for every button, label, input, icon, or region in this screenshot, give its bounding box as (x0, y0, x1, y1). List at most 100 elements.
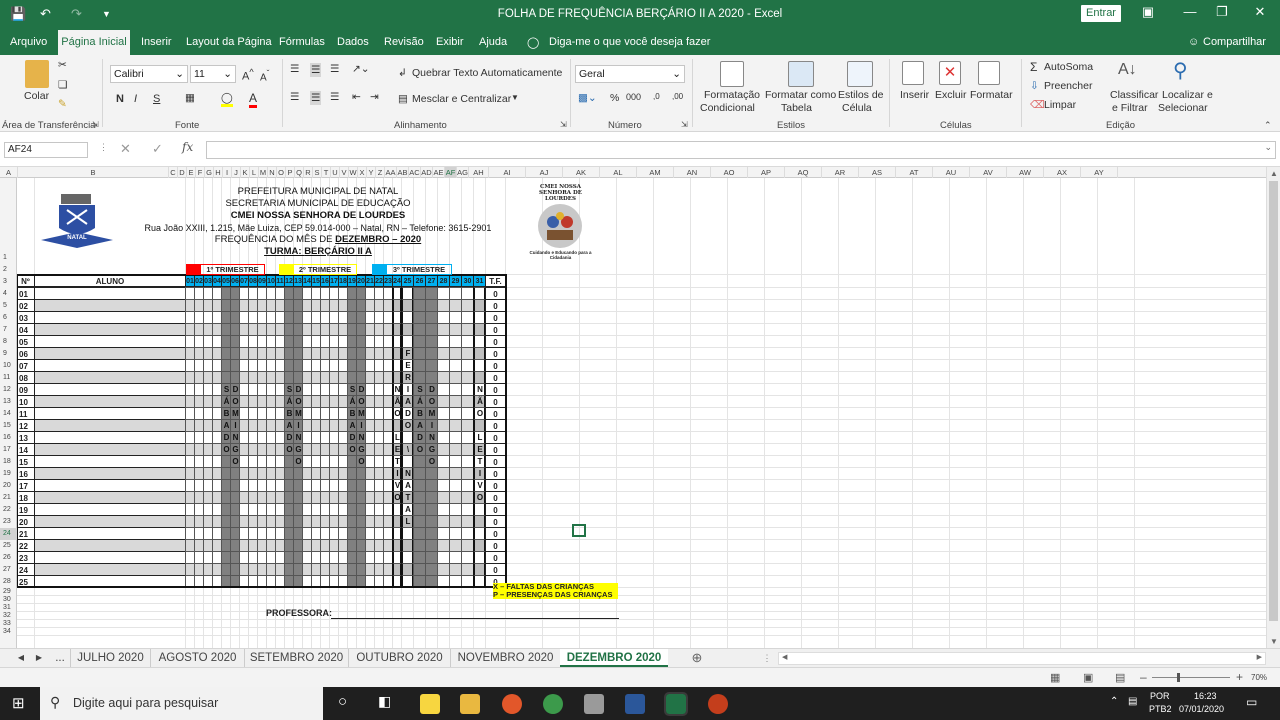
column-header-s[interactable]: S (313, 167, 322, 178)
sign-in-button[interactable]: Entrar (1081, 5, 1121, 22)
powerpoint-icon[interactable] (708, 694, 728, 714)
row-header-5[interactable]: 5 (0, 300, 17, 312)
selected-cell-af24[interactable] (572, 524, 586, 537)
row-header-30[interactable]: 30 (0, 596, 17, 604)
fill-button[interactable]: Preencher (1044, 80, 1092, 92)
sheet-tab-outubro[interactable]: OUTUBRO 2020 (348, 649, 450, 667)
insert-cells-button[interactable]: Inserir (900, 89, 929, 101)
task-view-icon[interactable]: ◧ (378, 693, 391, 710)
row-header-15[interactable]: 15 (0, 420, 17, 432)
column-header-p[interactable]: P (286, 167, 295, 178)
autosum-icon[interactable]: Σ (1030, 60, 1037, 74)
cell-styles-line1[interactable]: Estilos de (838, 89, 884, 101)
column-header-an[interactable]: AN (674, 167, 711, 178)
column-header-z[interactable]: Z (376, 167, 385, 178)
column-header-ah[interactable]: AH (469, 167, 489, 178)
tab-layout[interactable]: Layout da Página (186, 36, 272, 48)
chrome-icon[interactable] (543, 694, 563, 714)
row-header-22[interactable]: 22 (0, 504, 17, 516)
row-header-21[interactable]: 21 (0, 492, 17, 504)
accounting-icon[interactable]: ▩⌄ (578, 92, 597, 104)
column-header-ap[interactable]: AP (748, 167, 785, 178)
tab-formulas[interactable]: Fórmulas (279, 36, 325, 48)
word-icon[interactable] (625, 694, 645, 714)
scroll-up-icon[interactable]: ▲ (1270, 169, 1278, 178)
increase-indent-icon[interactable]: ⇥ (370, 91, 379, 103)
format-painter-icon[interactable]: ✎ (58, 98, 67, 110)
ribbon-display-icon[interactable]: ▣ (1133, 4, 1163, 20)
comma-style-icon[interactable]: 000 (626, 92, 641, 102)
cortana-icon[interactable]: ○ (338, 693, 347, 710)
scroll-down-icon[interactable]: ▼ (1270, 637, 1278, 646)
column-header-q[interactable]: Q (295, 167, 304, 178)
column-header-x[interactable]: X (358, 167, 367, 178)
wrap-text-button[interactable]: Quebrar Texto Automaticamente (412, 67, 562, 79)
tab-arquivo[interactable]: Arquivo (10, 36, 47, 48)
find-select-icon[interactable]: ⚲ (1173, 58, 1188, 83)
zoom-out-icon[interactable]: – (1140, 670, 1147, 684)
sort-filter-icon[interactable]: A↓ (1118, 61, 1137, 79)
percent-icon[interactable]: % (610, 92, 619, 104)
row-header-20[interactable]: 20 (0, 480, 17, 492)
row-header-26[interactable]: 26 (0, 552, 17, 564)
cond-format-line2[interactable]: Condicional (700, 102, 755, 114)
close-icon[interactable]: ✕ (1245, 4, 1275, 20)
format-cells-button[interactable]: Formatar (970, 89, 1013, 101)
tab-inserir[interactable]: Inserir (141, 36, 172, 48)
align-center-icon[interactable]: ☰ (310, 91, 322, 105)
find-select-line1[interactable]: Localizar e (1162, 89, 1213, 101)
next-sheet-icon[interactable]: ▶ (34, 649, 44, 667)
row-header-24[interactable]: 24 (0, 528, 17, 540)
tab-exibir[interactable]: Exibir (436, 36, 464, 48)
printer-app-icon[interactable] (584, 694, 604, 714)
number-launcher-icon[interactable]: ⇲ (681, 120, 688, 129)
paste-button[interactable]: Colar (24, 90, 49, 102)
column-header-ag[interactable]: AG (457, 167, 469, 178)
format-table-line1[interactable]: Formatar como (765, 89, 836, 101)
paste-icon[interactable] (25, 60, 49, 88)
row-header-34[interactable]: 34 (0, 628, 17, 636)
cond-format-line1[interactable]: Formatação (704, 89, 760, 101)
column-header-l[interactable]: L (250, 167, 259, 178)
row-header-23[interactable]: 23 (0, 516, 17, 528)
number-format-select[interactable]: Geral ⌄ (575, 65, 685, 83)
column-header-al[interactable]: AL (600, 167, 637, 178)
restore-icon[interactable]: ❐ (1207, 4, 1237, 20)
wrap-text-icon[interactable]: ↲ (398, 67, 407, 79)
zoom-level[interactable]: 70% (1251, 673, 1267, 682)
worksheet[interactable]: Nº ALUNO 01 02 03 04 05 06 07 08 09 10 11 12 13 14 15 16 1… (17, 178, 1266, 648)
row-header-8[interactable]: 8 (0, 336, 17, 348)
font-size-select[interactable]: 11 ⌄ (190, 65, 236, 83)
column-header-e[interactable]: E (187, 167, 196, 178)
italic-button[interactable]: I (134, 93, 137, 105)
vertical-scroll-thumb[interactable] (1269, 181, 1278, 621)
column-header-d[interactable]: D (178, 167, 187, 178)
borders-icon[interactable]: ▦ (185, 92, 195, 104)
tab-revisao[interactable]: Revisão (384, 36, 424, 48)
format-table-line2[interactable]: Tabela (781, 102, 812, 114)
find-select-line2[interactable]: Selecionar (1158, 102, 1208, 114)
orientation-icon[interactable]: ↗⌄ (352, 63, 370, 75)
column-header-n[interactable]: N (268, 167, 277, 178)
column-header-m[interactable]: M (259, 167, 268, 178)
column-header-r[interactable]: R (304, 167, 313, 178)
row-header-29[interactable]: 29 (0, 588, 17, 596)
normal-view-icon[interactable]: ▦ (1050, 671, 1060, 684)
name-box[interactable]: AF24 (4, 142, 88, 158)
column-header-ae[interactable]: AE (433, 167, 445, 178)
column-header-av[interactable]: AV (970, 167, 1007, 178)
column-header-b[interactable]: B (18, 167, 169, 178)
zoom-in-icon[interactable]: + (1236, 670, 1243, 684)
cut-icon[interactable]: ✂ (58, 59, 67, 71)
cell-styles-line2[interactable]: Célula (842, 102, 872, 114)
underline-button[interactable]: S (153, 93, 160, 105)
column-header-ar[interactable]: AR (822, 167, 859, 178)
column-header-u[interactable]: U (331, 167, 340, 178)
column-header-o[interactable]: O (277, 167, 286, 178)
horizontal-scrollbar[interactable]: ◀ ▶ (778, 652, 1266, 665)
cancel-entry-icon[interactable]: ✕ (120, 141, 131, 157)
font-color-icon[interactable]: A (249, 91, 258, 108)
column-header-ac[interactable]: AC (409, 167, 421, 178)
sheet-tab-agosto[interactable]: AGOSTO 2020 (150, 649, 244, 667)
clock-date[interactable]: 07/01/2020 (1179, 704, 1224, 714)
